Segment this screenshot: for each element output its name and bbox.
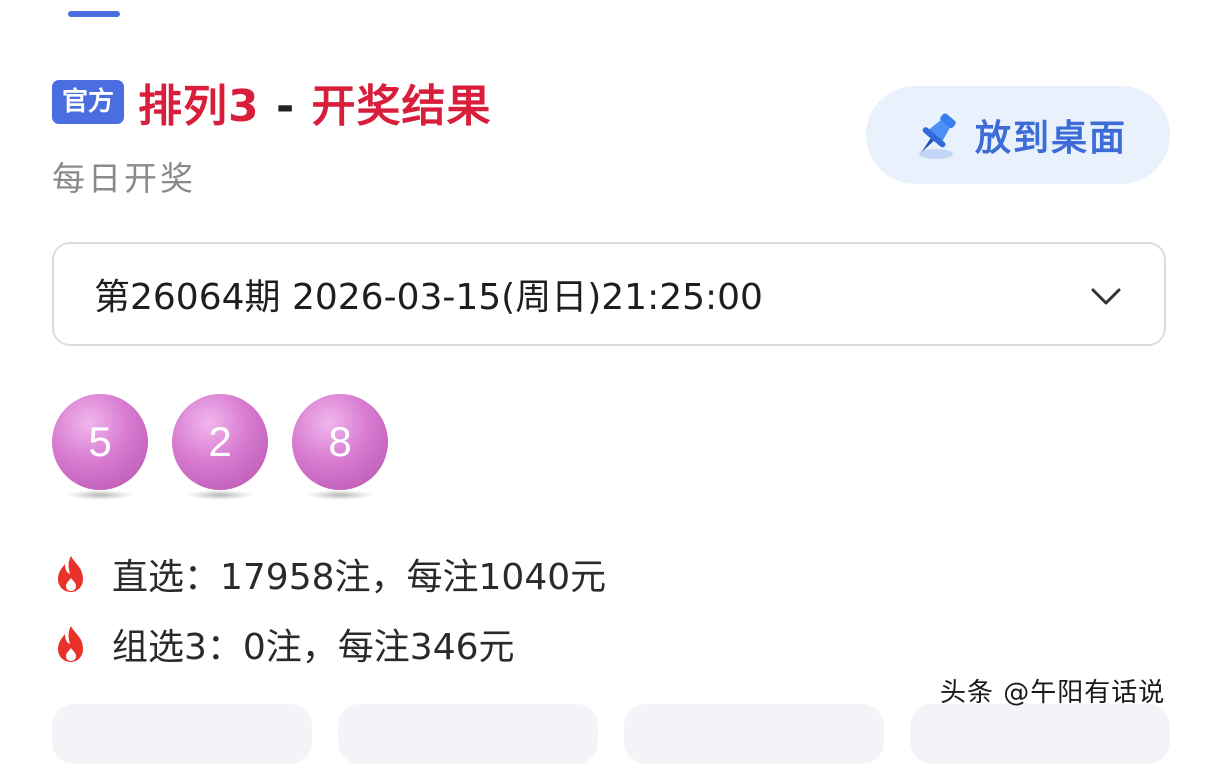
number-ball-value: 5 <box>52 394 148 490</box>
fire-icon <box>58 626 83 662</box>
prize-group3-row: 组选3：0注，每注346元 <box>52 618 515 670</box>
action-tile[interactable] <box>910 704 1170 764</box>
page-header: 官方 排列3 - 开奖结果 <box>52 72 492 132</box>
number-ball: 2 <box>172 394 268 504</box>
number-ball: 5 <box>52 394 148 504</box>
page-title: 排列3 - 开奖结果 <box>138 70 492 134</box>
prize-direct-text: 直选：17958注，每注1040元 <box>112 557 607 598</box>
action-tile[interactable] <box>624 704 884 764</box>
add-to-desktop-label: 放到桌面 <box>974 118 1127 159</box>
ball-shadow <box>306 490 374 500</box>
prize-group3-text: 组选3：0注，每注346元 <box>112 627 515 668</box>
bottom-tiles <box>52 704 1196 764</box>
fire-icon <box>58 556 83 592</box>
add-to-desktop-button[interactable]: 放到桌面 <box>866 86 1170 184</box>
watermark: 头条 @午阳有话说 <box>940 678 1166 708</box>
number-ball-value: 8 <box>292 394 388 490</box>
ball-shadow <box>186 490 254 500</box>
official-badge: 官方 <box>52 80 125 124</box>
title-game: 排列3 <box>138 81 260 132</box>
number-ball-value: 2 <box>172 394 268 490</box>
title-separator: - <box>259 81 312 132</box>
title-result: 开奖结果 <box>311 81 492 132</box>
active-tab-indicator <box>68 11 120 17</box>
winning-numbers: 5 2 8 <box>52 394 412 504</box>
draw-frequency: 每日开奖 <box>52 159 196 198</box>
ball-shadow <box>66 490 134 500</box>
prize-direct-row: 直选：17958注，每注1040元 <box>52 548 606 600</box>
issue-select-value: 第26064期 2026-03-15(周日)21:25:00 <box>94 277 763 318</box>
issue-select[interactable]: 第26064期 2026-03-15(周日)21:25:00 <box>52 242 1166 346</box>
action-tile[interactable] <box>338 704 598 764</box>
number-ball: 8 <box>292 394 388 504</box>
chevron-down-icon <box>1091 288 1121 305</box>
action-tile[interactable] <box>52 704 312 764</box>
pushpin-icon <box>918 113 956 159</box>
